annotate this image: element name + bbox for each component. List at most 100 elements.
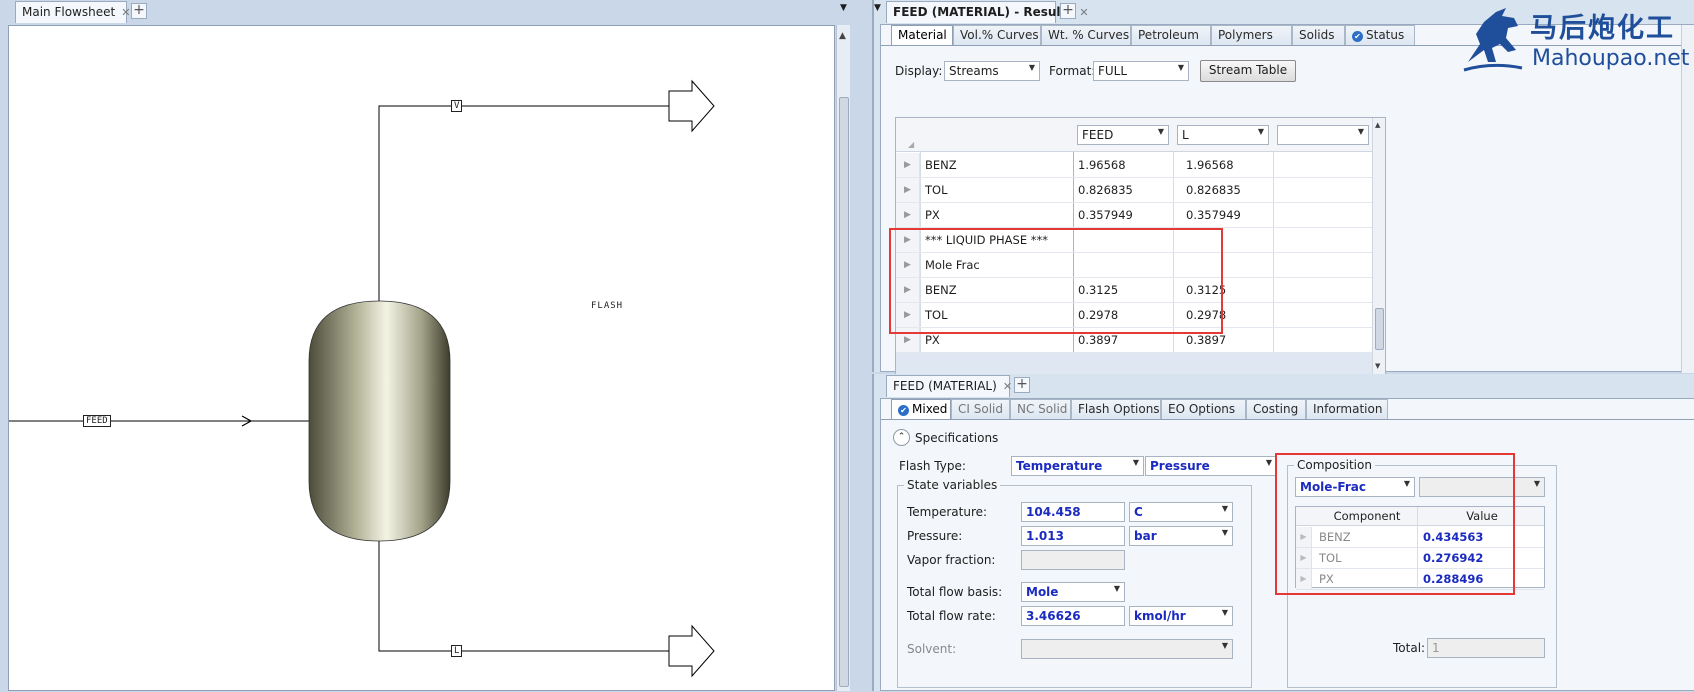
pressure-unit-select[interactable]: bar ▼ [1129, 526, 1233, 546]
close-icon[interactable]: ✕ [1079, 6, 1088, 19]
close-icon[interactable]: ✕ [1003, 380, 1012, 393]
flash-type-1-value: Temperature [1016, 459, 1103, 473]
add-tab-icon[interactable]: + [1060, 3, 1076, 19]
total-flow-rate-unit-select[interactable]: kmol/hr ▼ [1129, 606, 1233, 626]
scroll-thumb[interactable] [839, 97, 849, 687]
tab-petroleum[interactable]: Petroleum [1131, 25, 1211, 45]
chevron-down-icon: ▼ [1028, 63, 1035, 72]
temperature-unit-select[interactable]: C ▼ [1129, 502, 1233, 522]
tab-flash-options[interactable]: Flash Options [1071, 399, 1161, 419]
tab-vol-curves[interactable]: Vol.% Curves [953, 25, 1041, 45]
chevron-down-icon: ▼ [1157, 127, 1164, 136]
column-select-empty[interactable]: ▼ [1277, 125, 1369, 145]
chevron-down-icon: ▼ [1221, 641, 1228, 650]
close-icon[interactable]: ✕ [121, 6, 130, 19]
row-expander-icon[interactable]: ▶ [896, 178, 920, 202]
tab-ci-solid[interactable]: CI Solid [951, 399, 1010, 419]
flash-type-2-value: Pressure [1150, 459, 1210, 473]
tab-feed-results[interactable]: FEED (MATERIAL) - Results ✕ [886, 1, 1089, 23]
tab-material[interactable]: Material [891, 25, 953, 46]
collapse-icon[interactable]: ⌃ [893, 429, 910, 446]
temperature-input[interactable]: 104.458 [1021, 502, 1125, 522]
tab-label: Mixed [912, 402, 948, 416]
tab-nc-solid[interactable]: NC Solid [1010, 399, 1071, 419]
format-select[interactable]: FULL ▼ [1093, 61, 1189, 81]
input-pane: FEED (MATERIAL) ✕ + ✔ Mixed CI Solid NC So… [872, 374, 1694, 691]
pressure-input[interactable]: 1.013 [1021, 526, 1125, 546]
stream-label-feed[interactable]: FEED [83, 415, 111, 427]
tab-status[interactable]: ✔ Status [1345, 25, 1415, 45]
display-label: Display: [895, 64, 943, 78]
grid-scrollbar[interactable]: ▲ ▼ [1372, 118, 1385, 374]
tab-wt-curves[interactable]: Wt. % Curves [1041, 25, 1131, 45]
tab-solids[interactable]: Solids [1292, 25, 1345, 45]
row-l-value: 0.357949 [1186, 208, 1241, 222]
tab-polymers[interactable]: Polymers [1211, 25, 1292, 45]
display-select[interactable]: Streams ▼ [944, 61, 1040, 81]
row-label: PX [925, 208, 940, 222]
column-select-l[interactable]: L ▼ [1177, 125, 1269, 145]
vapor-stream-line [378, 105, 669, 306]
horse-logo-icon [1463, 8, 1523, 72]
table-row[interactable]: ▶ PX 0.357949 0.357949 [896, 203, 1372, 228]
highlight-box [889, 228, 1223, 334]
watermark-site: Mahoupao.net [1532, 46, 1690, 71]
tab-feed-material[interactable]: FEED (MATERIAL) ✕ [886, 375, 1012, 397]
format-label: Format: [1049, 64, 1096, 78]
tab-eo-options[interactable]: EO Options [1161, 399, 1246, 419]
tab-main-flowsheet[interactable]: Main Flowsheet ✕ [15, 1, 130, 23]
row-label: BENZ [925, 158, 957, 172]
scroll-up-icon[interactable]: ▲ [839, 31, 846, 41]
pane-menu-icon[interactable]: ▼ [840, 3, 847, 13]
chevron-down-icon: ▼ [1533, 479, 1540, 488]
chevron-down-icon: ▼ [1265, 458, 1272, 467]
block-label-flash[interactable]: FLASH [591, 301, 623, 311]
row-expander-icon[interactable]: ▶ [896, 153, 920, 177]
row-l-value: 0.826835 [1186, 183, 1241, 197]
tab-information[interactable]: Information [1306, 399, 1388, 419]
table-row[interactable]: ▶ TOL 0.826835 0.826835 [896, 178, 1372, 203]
stream-table-button[interactable]: Stream Table [1200, 60, 1296, 82]
flowsheet-canvas[interactable]: FEED V L FLASH [8, 25, 835, 691]
total-flow-basis-select[interactable]: Mole ▼ [1021, 582, 1125, 602]
flowsheet-scrollbar[interactable]: ▲ [836, 25, 850, 691]
add-tab-icon[interactable]: + [1014, 377, 1030, 393]
solvent-select[interactable]: ▼ [1021, 639, 1233, 659]
chevron-down-icon: ▼ [1113, 584, 1120, 593]
input-body: ✔ Mixed CI Solid NC Solid Flash Options E… [880, 398, 1694, 691]
chevron-down-icon: ▼ [1132, 458, 1139, 467]
chevron-down-icon: ▼ [1257, 127, 1264, 136]
tab-costing[interactable]: Costing [1246, 399, 1306, 419]
flash-type-select-1[interactable]: Temperature ▼ [1011, 456, 1144, 476]
scroll-down-icon[interactable]: ▼ [1375, 362, 1380, 370]
vapor-fraction-input[interactable] [1021, 550, 1125, 570]
stream-label-v[interactable]: V [451, 100, 463, 112]
total-label: Total: [1393, 641, 1426, 655]
total-flow-rate-input[interactable]: 3.46626 [1021, 606, 1125, 626]
format-value: FULL [1098, 64, 1128, 78]
row-label: PX [925, 333, 940, 347]
add-tab-icon[interactable]: + [131, 3, 147, 19]
total-flow-rate-unit-value: kmol/hr [1134, 609, 1186, 623]
stream-label-l[interactable]: L [451, 645, 463, 657]
tab-mixed[interactable]: ✔ Mixed [891, 399, 951, 420]
scroll-up-icon[interactable]: ▲ [1375, 121, 1380, 129]
flash-type-select-2[interactable]: Pressure ▼ [1145, 456, 1277, 476]
vapor-fraction-label: Vapor fraction: [907, 553, 996, 567]
row-l-value: 0.3897 [1186, 333, 1227, 347]
tab-label: FEED (MATERIAL) - Results [893, 5, 1074, 19]
pressure-label: Pressure: [907, 529, 963, 543]
pressure-unit-value: bar [1134, 529, 1157, 543]
tab-label: FEED (MATERIAL) [893, 379, 997, 393]
scroll-thumb[interactable] [1375, 308, 1384, 350]
highlight-box [1275, 453, 1515, 595]
total-flow-basis-label: Total flow basis: [907, 585, 1003, 599]
row-feed-value: 0.3897 [1078, 333, 1119, 347]
column-select-feed[interactable]: FEED ▼ [1077, 125, 1169, 145]
table-row[interactable]: ▶ BENZ 1.96568 1.96568 [896, 153, 1372, 178]
row-expander-icon[interactable]: ▶ [896, 203, 920, 227]
column-value: FEED [1082, 128, 1114, 142]
total-flow-rate-label: Total flow rate: [907, 609, 996, 623]
flash-type-label: Flash Type: [899, 459, 966, 473]
pane-menu-icon[interactable]: ▼ [874, 3, 881, 13]
